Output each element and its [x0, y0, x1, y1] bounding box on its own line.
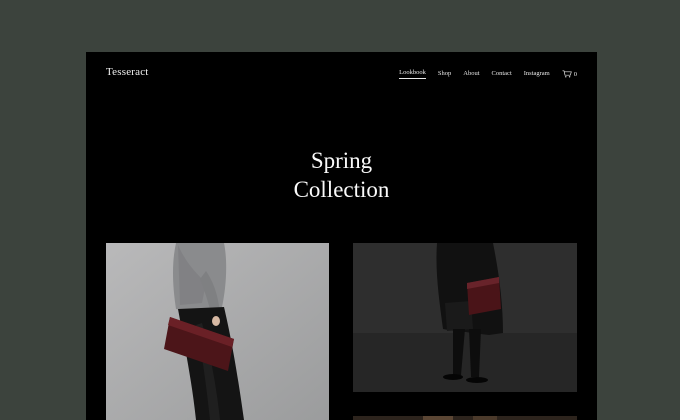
photo-model-grey-sweater	[106, 243, 329, 420]
cart-button[interactable]: 0	[562, 70, 577, 78]
title-line-2: Collection	[293, 177, 390, 202]
nav-item-contact[interactable]: Contact	[492, 70, 512, 78]
nav-item-about[interactable]: About	[463, 70, 479, 78]
site-window: Tesseract Lookbook Shop About Contact In…	[86, 52, 597, 420]
brand-logo[interactable]: Tesseract	[106, 66, 149, 78]
gallery-image-3[interactable]	[353, 416, 577, 420]
page-title: Spring Collection	[86, 146, 597, 204]
photo-partial	[353, 416, 577, 420]
gallery-image-1[interactable]	[106, 243, 329, 420]
gallery-image-2[interactable]	[353, 243, 577, 392]
nav-item-lookbook[interactable]: Lookbook	[399, 69, 426, 79]
cart-icon	[562, 70, 572, 78]
nav-item-shop[interactable]: Shop	[438, 70, 451, 78]
photo-model-black-coat	[353, 243, 577, 392]
title-line-1: Spring	[310, 148, 373, 173]
nav-item-instagram[interactable]: Instagram	[524, 70, 550, 78]
cart-count: 0	[573, 70, 577, 78]
main-nav: Lookbook Shop About Contact Instagram 0	[387, 69, 577, 79]
